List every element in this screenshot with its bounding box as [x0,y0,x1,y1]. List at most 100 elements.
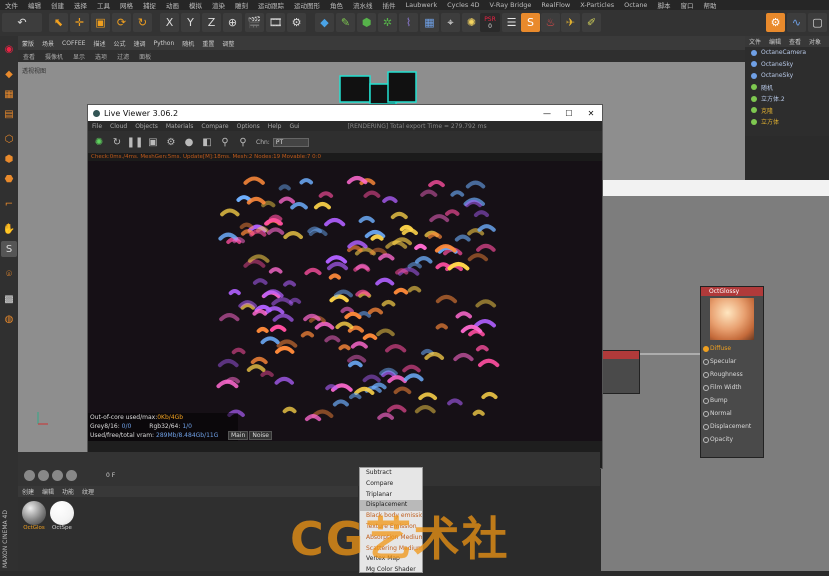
lv-menu-item[interactable]: Compare [197,123,232,130]
object-row[interactable]: 立方体.2 [745,93,829,105]
viewport-menu-item[interactable]: 摄像机 [40,52,68,61]
deformer-icon[interactable]: ⌇ [399,13,418,32]
object-manager-tab[interactable]: 对象 [805,37,825,46]
chn-select[interactable]: PT [272,137,309,147]
viewport-menu-item[interactable]: 选项 [90,52,112,61]
render-settings-icon[interactable]: ⚙ [287,13,306,32]
array-icon[interactable]: ✲ [378,13,397,32]
menu-item[interactable]: 渲染 [207,0,230,10]
lv-menu-item[interactable]: Objects [131,123,162,130]
menu-item[interactable]: 工具 [92,0,115,10]
lv-menu-item[interactable]: Options [233,123,264,130]
y-axis-icon[interactable]: Y [181,13,200,32]
material-tab[interactable]: 创建 [18,487,38,496]
menu-item[interactable]: Cycles 4D [442,1,484,9]
menu-item[interactable]: 角色 [325,0,348,10]
render-output[interactable]: Out-of-core used/max:0Kb/4Gb Grey8/16: 0… [88,161,602,441]
z-axis-icon[interactable]: Z [202,13,221,32]
pen-icon[interactable]: ✎ [336,13,355,32]
sculpt-icon[interactable]: ◍ [1,311,17,327]
node-pin[interactable]: Bump [701,394,763,407]
region-icon[interactable]: ▣ [146,135,160,149]
magnet-icon[interactable]: ⌾ [1,266,17,282]
material-tab[interactable]: 纹理 [78,487,98,496]
psr-button[interactable]: PSR 0 [480,13,500,32]
select-tool-icon[interactable]: ⬉ [49,13,68,32]
coordinate-system-icon[interactable]: ⊕ [223,13,242,32]
layout-icon[interactable]: ⚙ [766,13,785,32]
floor-icon[interactable]: ▦ [420,13,439,32]
edit-mode-icon[interactable]: ◉ [1,41,17,57]
script-icon[interactable]: S [521,13,540,32]
menu-item[interactable]: 模拟 [184,0,207,10]
material-tab[interactable]: 功能 [58,487,78,496]
recent-tool-icon[interactable]: ↻ [133,13,152,32]
plugin-button[interactable]: 重置 [198,39,218,48]
frame-field[interactable]: 0 F [106,472,115,479]
object-row[interactable]: OctaneCamera [745,47,829,59]
node-pin[interactable]: Diffuse [701,342,763,355]
cube-icon[interactable]: ◆ [315,13,334,32]
tag-icon[interactable]: ☰ [502,13,521,32]
viewport-menu-item[interactable]: 过滤 [112,52,134,61]
workplane-icon[interactable]: ▤ [1,106,17,122]
timeline[interactable]: 0 F [18,452,600,486]
menu-item[interactable]: 创建 [46,0,69,10]
menu-item[interactable]: 编辑 [23,0,46,10]
send-scene-icon[interactable]: ✺ [92,135,106,149]
x-axis-icon[interactable]: X [160,13,179,32]
undo-button[interactable]: ↶ [2,13,42,32]
menu-item[interactable]: X-Particles [575,1,619,9]
menu-item[interactable]: 运动跟踪 [253,0,289,10]
menu-item[interactable]: 雕刻 [230,0,253,10]
object-manager-tab[interactable]: 文件 [745,37,765,46]
plugin-button[interactable]: 场景 [38,39,58,48]
record-button[interactable] [38,470,49,481]
keyframe-button[interactable] [52,470,63,481]
realflow-icon[interactable]: ♨ [541,13,560,32]
snap-icon[interactable]: S [1,241,17,257]
node-pin[interactable]: Displacement [701,420,763,433]
tweak-icon[interactable]: ✋ [1,221,17,237]
material-tab[interactable]: 编辑 [38,487,58,496]
plugin-button[interactable]: 随机 [178,39,198,48]
menu-item[interactable]: 流水线 [348,0,378,10]
lv-menu-item[interactable]: Help [264,123,286,130]
plugin-button[interactable]: 速调 [129,39,149,48]
node-pin[interactable]: Opacity [701,433,763,446]
octglossy-node[interactable]: OctGlossy Diffuse Specular Roughness Film W… [700,286,764,458]
camera-icon[interactable]: ⌖ [441,13,460,32]
object-manager-tab[interactable]: 查看 [785,37,805,46]
plugin-button[interactable]: Python [149,40,178,47]
node-pin[interactable]: Roughness [701,368,763,381]
subdivision-icon[interactable]: ⬢ [357,13,376,32]
viewport-menu-item[interactable]: 查看 [18,52,40,61]
object-row[interactable]: 立方体 [745,116,829,128]
lv-tab[interactable]: Main [228,431,249,440]
menu-item[interactable]: V-Ray Bridge [484,1,536,9]
viewport-menu-item[interactable]: 面板 [134,52,156,61]
plugin-button[interactable]: 蒙版 [18,39,38,48]
source-node[interactable] [600,350,640,394]
menu-item[interactable]: 选择 [69,0,92,10]
menu-option[interactable]: Subtract [360,468,422,479]
edges-mode-icon[interactable]: ⬢ [1,151,17,167]
plugin-button[interactable]: 公式 [109,39,129,48]
menu-item[interactable]: 网格 [115,0,138,10]
move-tool-icon[interactable]: ✛ [70,13,89,32]
brush-icon[interactable]: ✐ [582,13,601,32]
node-pin[interactable]: Normal [701,407,763,420]
grid-icon[interactable]: ▩ [1,291,17,307]
restart-icon[interactable]: ↻ [110,135,124,149]
menu-item[interactable]: 动画 [161,0,184,10]
viewport-menu-item[interactable]: 显示 [68,52,90,61]
play-button[interactable] [24,470,35,481]
points-mode-icon[interactable]: ⬡ [1,131,17,147]
minimize-button[interactable]: — [536,109,558,118]
lv-menu-item[interactable]: Cloud [106,123,131,130]
clay-icon[interactable]: ◧ [200,135,214,149]
object-manager-tab[interactable]: 编辑 [765,37,785,46]
polygons-mode-icon[interactable]: ⬣ [1,171,17,187]
menu-item[interactable]: 脚本 [652,0,675,10]
maximize-button[interactable]: ☐ [558,109,580,118]
